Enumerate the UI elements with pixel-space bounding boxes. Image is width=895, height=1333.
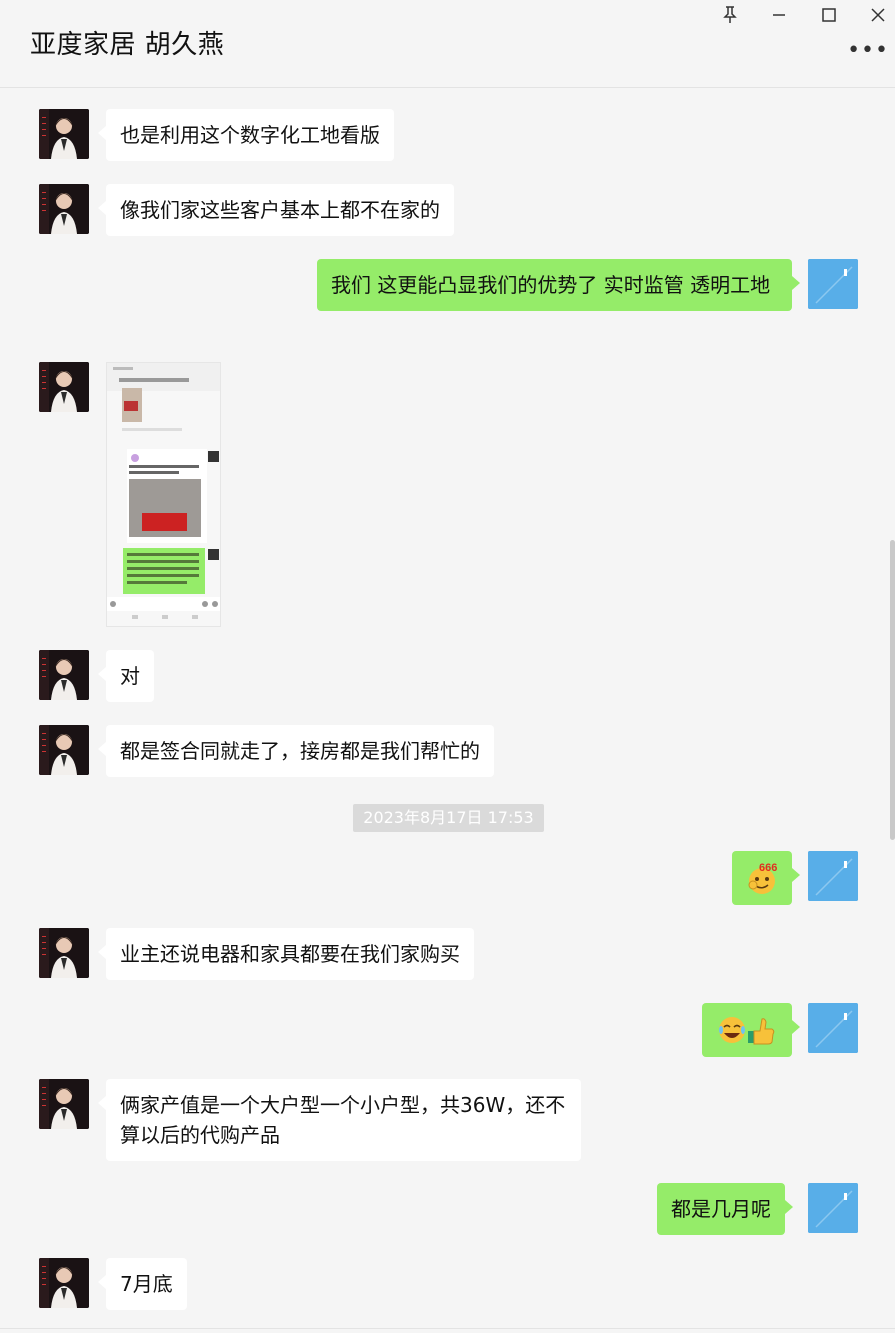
message-bubble-outgoing[interactable] (702, 1003, 800, 1057)
chat-scrollbar[interactable] (890, 540, 895, 840)
contact-avatar-image (39, 725, 89, 775)
self-avatar-image (808, 1003, 858, 1053)
message-bubble-incoming[interactable]: 都是签合同就走了，接房都是我们帮忙的 (98, 725, 494, 777)
message-bubble-incoming[interactable]: 对 (98, 650, 154, 702)
contact-avatar[interactable] (39, 650, 89, 700)
contact-avatar[interactable] (39, 184, 89, 234)
self-avatar[interactable] (808, 1183, 858, 1233)
contact-avatar-image (39, 928, 89, 978)
more-icon[interactable]: ••• (847, 40, 889, 62)
message-bubble-outgoing[interactable]: 666 (732, 851, 800, 905)
message-bubble-incoming[interactable]: 也是利用这个数字化工地看版 (98, 109, 394, 161)
contact-avatar-image (39, 184, 89, 234)
emoji-laugh-thumbsup-icon (719, 1017, 775, 1045)
message-bubble-outgoing[interactable]: 我们 这更能凸显我们的优势了 实时监管 透明工地 (317, 259, 800, 311)
message-bubble-incoming[interactable]: 俩家产值是一个大户型一个小户型，共36W，还不算以后的代购产品 (98, 1079, 581, 1161)
maximize-icon[interactable] (818, 4, 840, 26)
contact-avatar[interactable] (39, 1258, 89, 1308)
contact-avatar[interactable] (39, 109, 89, 159)
contact-avatar[interactable] (39, 362, 89, 412)
chat-header: 亚度家居 胡久燕 ••• (0, 0, 895, 88)
contact-avatar[interactable] (39, 725, 89, 775)
self-avatar-image (808, 1183, 858, 1233)
chat-screenshot-thumbnail (107, 363, 220, 626)
close-icon[interactable] (867, 4, 889, 26)
self-avatar-image (808, 259, 858, 309)
message-bubble-outgoing[interactable]: 都是几月呢 (657, 1183, 793, 1235)
svg-text:666: 666 (759, 862, 777, 874)
chat-title: 亚度家居 胡久燕 (30, 30, 225, 60)
contact-avatar-image (39, 362, 89, 412)
minimize-icon[interactable] (768, 4, 790, 26)
self-avatar[interactable] (808, 851, 858, 901)
pin-icon[interactable] (719, 4, 741, 26)
input-area-edge (0, 1328, 895, 1333)
emoji-666-icon: 666 (748, 862, 777, 894)
contact-avatar-image (39, 1258, 89, 1308)
timestamp-divider: 2023年8月17日 17:53 (353, 804, 544, 832)
contact-avatar-image (39, 109, 89, 159)
message-bubble-incoming[interactable]: 7月底 (98, 1258, 187, 1310)
image-message[interactable] (106, 362, 221, 627)
contact-avatar[interactable] (39, 1079, 89, 1129)
message-bubble-incoming[interactable]: 像我们家这些客户基本上都不在家的 (98, 184, 454, 236)
self-avatar-image (808, 851, 858, 901)
self-avatar[interactable] (808, 259, 858, 309)
contact-avatar-image (39, 1079, 89, 1129)
contact-avatar[interactable] (39, 928, 89, 978)
message-bubble-incoming[interactable]: 业主还说电器和家具都要在我们家购买 (98, 928, 474, 980)
self-avatar[interactable] (808, 1003, 858, 1053)
contact-avatar-image (39, 650, 89, 700)
